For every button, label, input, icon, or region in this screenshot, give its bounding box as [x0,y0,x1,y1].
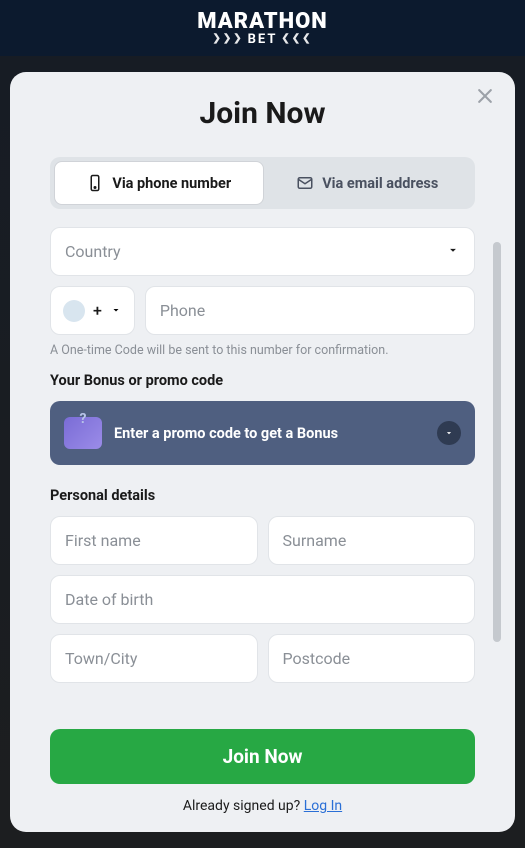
modal-title: Join Now [10,96,515,131]
form-scroll-area[interactable]: Via phone number Via email address Count… [10,157,515,715]
close-button[interactable] [475,86,499,110]
already-text: Already signed up? [183,798,304,814]
phone-icon [86,174,104,192]
chevron-down-icon [446,242,460,261]
chevron-down-icon [444,428,454,438]
login-link[interactable]: Log In [304,798,342,814]
country-placeholder: Country [65,242,121,261]
join-modal: Join Now Via phone number Via email addr… [10,72,515,832]
app-header: MARATHON ❯❯❯ BET ❮❮❮ [0,0,525,56]
town-input[interactable] [50,634,258,683]
promo-text: Enter a promo code to get a Bonus [114,425,425,442]
tab-phone-label: Via phone number [112,175,231,192]
laurel-right-icon: ❮❮❮ [281,34,312,44]
surname-input[interactable] [268,516,476,565]
postcode-input[interactable] [268,634,476,683]
phone-input[interactable] [145,286,475,335]
promo-chevron [437,421,461,445]
flag-icon [63,300,85,322]
signup-method-tabs: Via phone number Via email address [50,157,475,209]
dial-plus: + [93,301,102,320]
brand-logo: MARATHON ❯❯❯ BET ❮❮❮ [197,11,327,46]
chevron-down-icon [110,301,122,320]
dob-input[interactable] [50,575,475,624]
brand-name-top: MARATHON [197,11,327,33]
close-icon [475,86,495,106]
bonus-section-label: Your Bonus or promo code [50,372,475,389]
signin-prompt: Already signed up? Log In [50,798,475,814]
brand-name-bottom: ❯❯❯ BET ❮❮❮ [197,33,327,46]
dial-code-select[interactable]: + [50,286,135,335]
email-icon [296,174,314,192]
first-name-input[interactable] [50,516,258,565]
personal-section-label: Personal details [50,487,475,504]
modal-footer: Join Now Already signed up? Log In [10,715,515,814]
gift-box-icon [64,417,102,449]
tab-email[interactable]: Via email address [264,161,472,205]
otp-hint: A One-time Code will be sent to this num… [50,343,475,358]
country-select[interactable]: Country [50,227,475,276]
join-now-button[interactable]: Join Now [50,729,475,784]
promo-code-expander[interactable]: Enter a promo code to get a Bonus [50,401,475,465]
tab-phone[interactable]: Via phone number [54,161,264,205]
scrollbar-track[interactable] [493,242,501,642]
tab-email-label: Via email address [322,175,438,192]
laurel-left-icon: ❯❯❯ [212,34,243,44]
